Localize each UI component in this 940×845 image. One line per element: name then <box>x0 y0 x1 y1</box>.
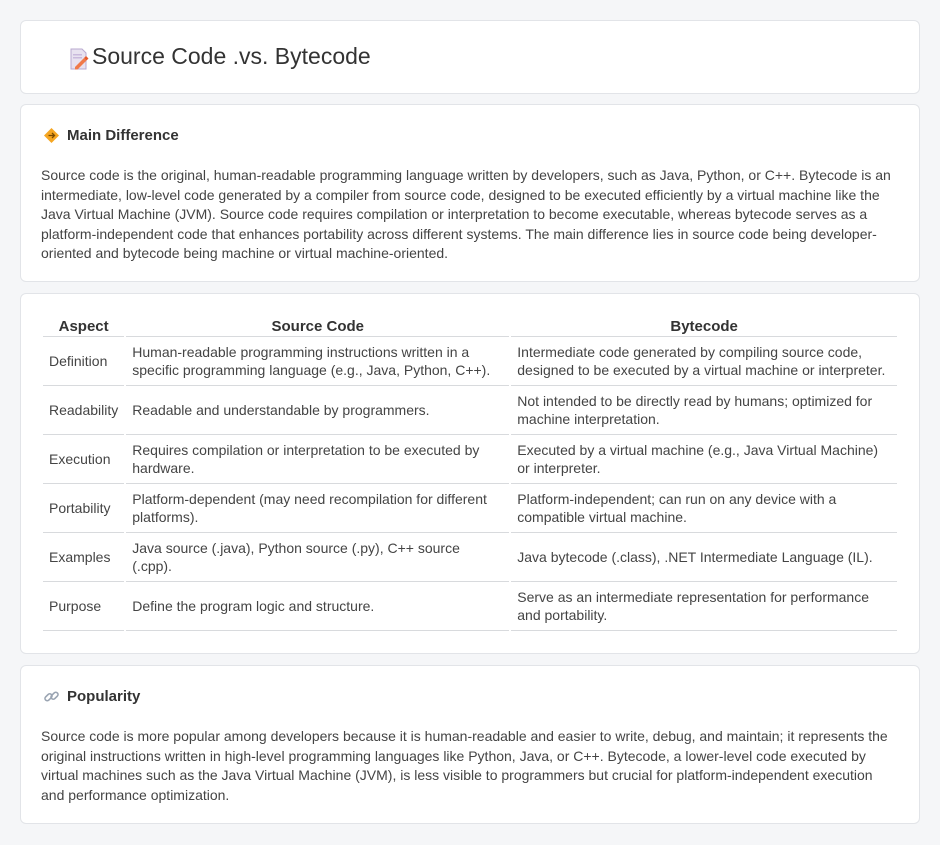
source-code-cell: Human-readable programming instructions … <box>126 337 510 386</box>
bytecode-cell: Not intended to be directly read by huma… <box>511 386 897 435</box>
main-difference-header: Main Difference <box>43 127 179 144</box>
bytecode-cell: Executed by a virtual machine (e.g., Jav… <box>511 435 897 484</box>
column-header-bytecode: Bytecode <box>511 317 897 337</box>
source-code-cell: Readable and understandable by programme… <box>126 386 510 435</box>
main-difference-card: Main Difference Source code is the origi… <box>20 104 920 282</box>
table-row: Examples Java source (.java), Python sou… <box>43 533 897 582</box>
source-code-cell: Define the program logic and structure. <box>126 582 510 631</box>
table-row: Readability Readable and understandable … <box>43 386 897 435</box>
bytecode-cell: Serve as an intermediate representation … <box>511 582 897 631</box>
page-title: Source Code .vs. Bytecode <box>92 43 371 69</box>
bytecode-cell: Platform-independent; can run on any dev… <box>511 484 897 533</box>
document-edit-icon <box>70 48 89 70</box>
bytecode-cell: Java bytecode (.class), .NET Intermediat… <box>511 533 897 582</box>
source-code-cell: Java source (.java), Python source (.py)… <box>126 533 510 582</box>
popularity-card: Popularity Source code is more popular a… <box>20 665 920 824</box>
table-row: Definition Human-readable programming in… <box>43 337 897 386</box>
column-header-source-code: Source Code <box>126 317 510 337</box>
main-difference-text: Source code is the original, human-reada… <box>41 167 891 262</box>
aspect-cell: Purpose <box>43 582 125 631</box>
aspect-cell: Portability <box>43 484 125 533</box>
column-header-aspect: Aspect <box>43 317 125 337</box>
main-difference-heading: Main Difference <box>67 127 179 144</box>
comparison-card: Aspect Source Code Bytecode Definition H… <box>20 293 920 654</box>
popularity-heading: Popularity <box>67 688 141 705</box>
source-code-cell: Platform-dependent (may need recompilati… <box>126 484 510 533</box>
source-code-cell: Requires compilation or interpretation t… <box>126 435 510 484</box>
diamond-icon <box>44 128 59 143</box>
table-row: Portability Platform-dependent (may need… <box>43 484 897 533</box>
table-row: Purpose Define the program logic and str… <box>43 582 897 631</box>
popularity-header: Popularity <box>43 688 140 705</box>
table-header-row: Aspect Source Code Bytecode <box>43 317 897 337</box>
aspect-cell: Execution <box>43 435 125 484</box>
bytecode-cell: Intermediate code generated by compiling… <box>511 337 897 386</box>
aspect-cell: Definition <box>43 337 125 386</box>
comparison-table: Aspect Source Code Bytecode Definition H… <box>41 317 899 631</box>
title-card: Source Code .vs. Bytecode <box>20 20 920 94</box>
aspect-cell: Readability <box>43 386 125 435</box>
popularity-text: Source code is more popular among develo… <box>41 728 888 803</box>
table-row: Execution Requires compilation or interp… <box>43 435 897 484</box>
aspect-cell: Examples <box>43 533 125 582</box>
link-icon <box>44 691 59 702</box>
